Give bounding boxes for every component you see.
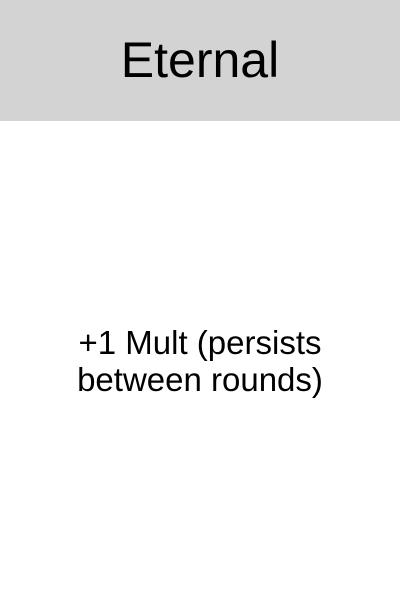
card-title: Eternal (120, 31, 280, 88)
card-body: +1 Mult (persists between rounds) (0, 121, 400, 600)
card: Eternal +1 Mult (persists between rounds… (0, 0, 400, 600)
card-description: +1 Mult (persists between rounds) (77, 323, 323, 398)
card-header: Eternal (0, 0, 400, 121)
